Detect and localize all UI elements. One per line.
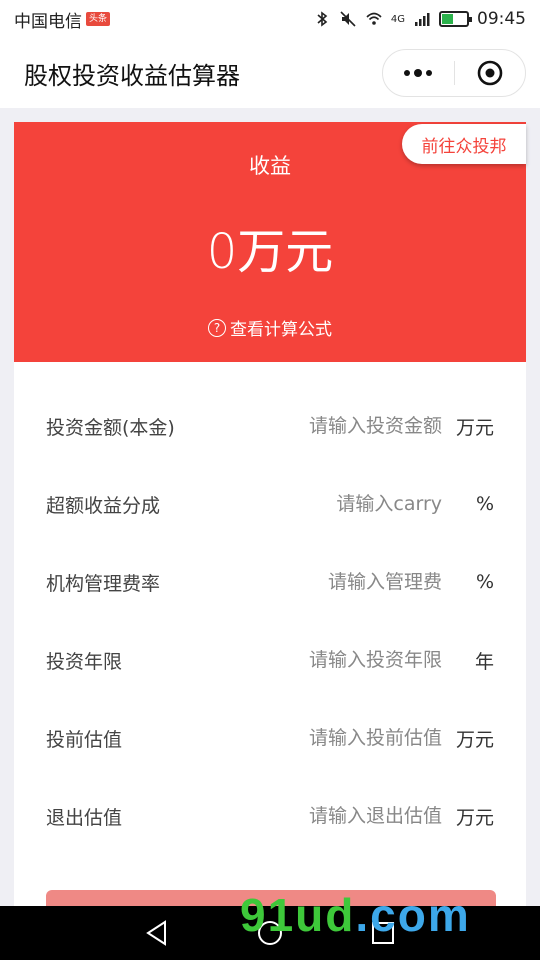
years-unit: 年 bbox=[474, 650, 494, 673]
pre-valuation-label: 投前估值 bbox=[46, 728, 123, 751]
result-label: 收益 bbox=[249, 154, 291, 178]
principal-unit: 万元 bbox=[455, 416, 494, 439]
battery-icon bbox=[439, 11, 472, 27]
exit-valuation-label: 退出估值 bbox=[46, 806, 123, 829]
more-dots-icon bbox=[404, 69, 433, 77]
site-watermark: 91ud.com bbox=[240, 888, 471, 942]
view-formula-label: 查看计算公式 bbox=[230, 320, 332, 340]
calculator-form: 投资金额(本金) 万元 超额收益分成 % 机构管理费率 % 投资年限 年 投前估… bbox=[14, 362, 526, 950]
form-row-management-fee: 机构管理费率 % bbox=[14, 543, 526, 621]
carrier-name: 中国电信 bbox=[14, 11, 82, 32]
principal-input[interactable] bbox=[174, 415, 454, 437]
back-triangle-icon bbox=[145, 920, 166, 946]
result-value: 0万元 bbox=[206, 224, 334, 280]
pre-valuation-input[interactable] bbox=[122, 727, 454, 749]
close-circle-icon bbox=[477, 60, 503, 86]
carry-unit: % bbox=[475, 493, 494, 515]
form-row-exit-valuation: 退出估值 万元 bbox=[14, 777, 526, 855]
nav-bar: 股权投资收益估算器 bbox=[0, 38, 540, 108]
wifi-icon bbox=[366, 12, 382, 25]
management-fee-label: 机构管理费率 bbox=[46, 572, 161, 595]
form-row-carry: 超额收益分成 % bbox=[14, 465, 526, 543]
exit-valuation-unit: 万元 bbox=[455, 806, 494, 829]
pre-valuation-unit: 万元 bbox=[455, 728, 494, 751]
page-title: 股权投资收益估算器 bbox=[24, 61, 240, 90]
status-right: 4G 09:45 bbox=[313, 9, 526, 29]
carry-label: 超额收益分成 bbox=[46, 494, 161, 517]
miniprogram-capsule bbox=[382, 49, 526, 97]
principal-label: 投资金额(本金) bbox=[46, 416, 175, 439]
form-row-years: 投资年限 年 bbox=[14, 621, 526, 699]
view-formula-link[interactable]: ? 查看计算公式 bbox=[14, 315, 526, 340]
carry-input[interactable] bbox=[160, 493, 454, 515]
back-button[interactable] bbox=[137, 913, 177, 953]
more-button[interactable] bbox=[383, 50, 454, 96]
years-input[interactable] bbox=[122, 649, 454, 671]
years-label: 投资年限 bbox=[46, 650, 123, 673]
signal-icon bbox=[415, 13, 430, 26]
battery-fill bbox=[442, 14, 453, 24]
watermark-part-1: 91ud bbox=[240, 889, 356, 941]
status-left: 中国电信 头条 bbox=[14, 7, 111, 32]
clock: 09:45 bbox=[477, 9, 526, 29]
status-bar: 中国电信 头条 4G 09:45 bbox=[0, 0, 540, 38]
management-fee-input[interactable] bbox=[160, 571, 454, 593]
result-card: 前往众投邦 收益 0万元 ? 查看计算公式 bbox=[14, 122, 526, 362]
form-row-pre-valuation: 投前估值 万元 bbox=[14, 699, 526, 777]
close-button[interactable] bbox=[455, 50, 526, 96]
form-row-principal: 投资金额(本金) 万元 bbox=[14, 387, 526, 465]
network-type: 4G bbox=[390, 13, 405, 25]
exit-valuation-input[interactable] bbox=[122, 805, 454, 827]
question-icon: ? bbox=[208, 318, 226, 337]
watermark-part-2: .com bbox=[355, 889, 471, 941]
mute-icon bbox=[340, 11, 356, 27]
management-fee-unit: % bbox=[475, 571, 494, 593]
bluetooth-icon bbox=[317, 11, 328, 27]
news-badge: 头条 bbox=[86, 12, 111, 26]
